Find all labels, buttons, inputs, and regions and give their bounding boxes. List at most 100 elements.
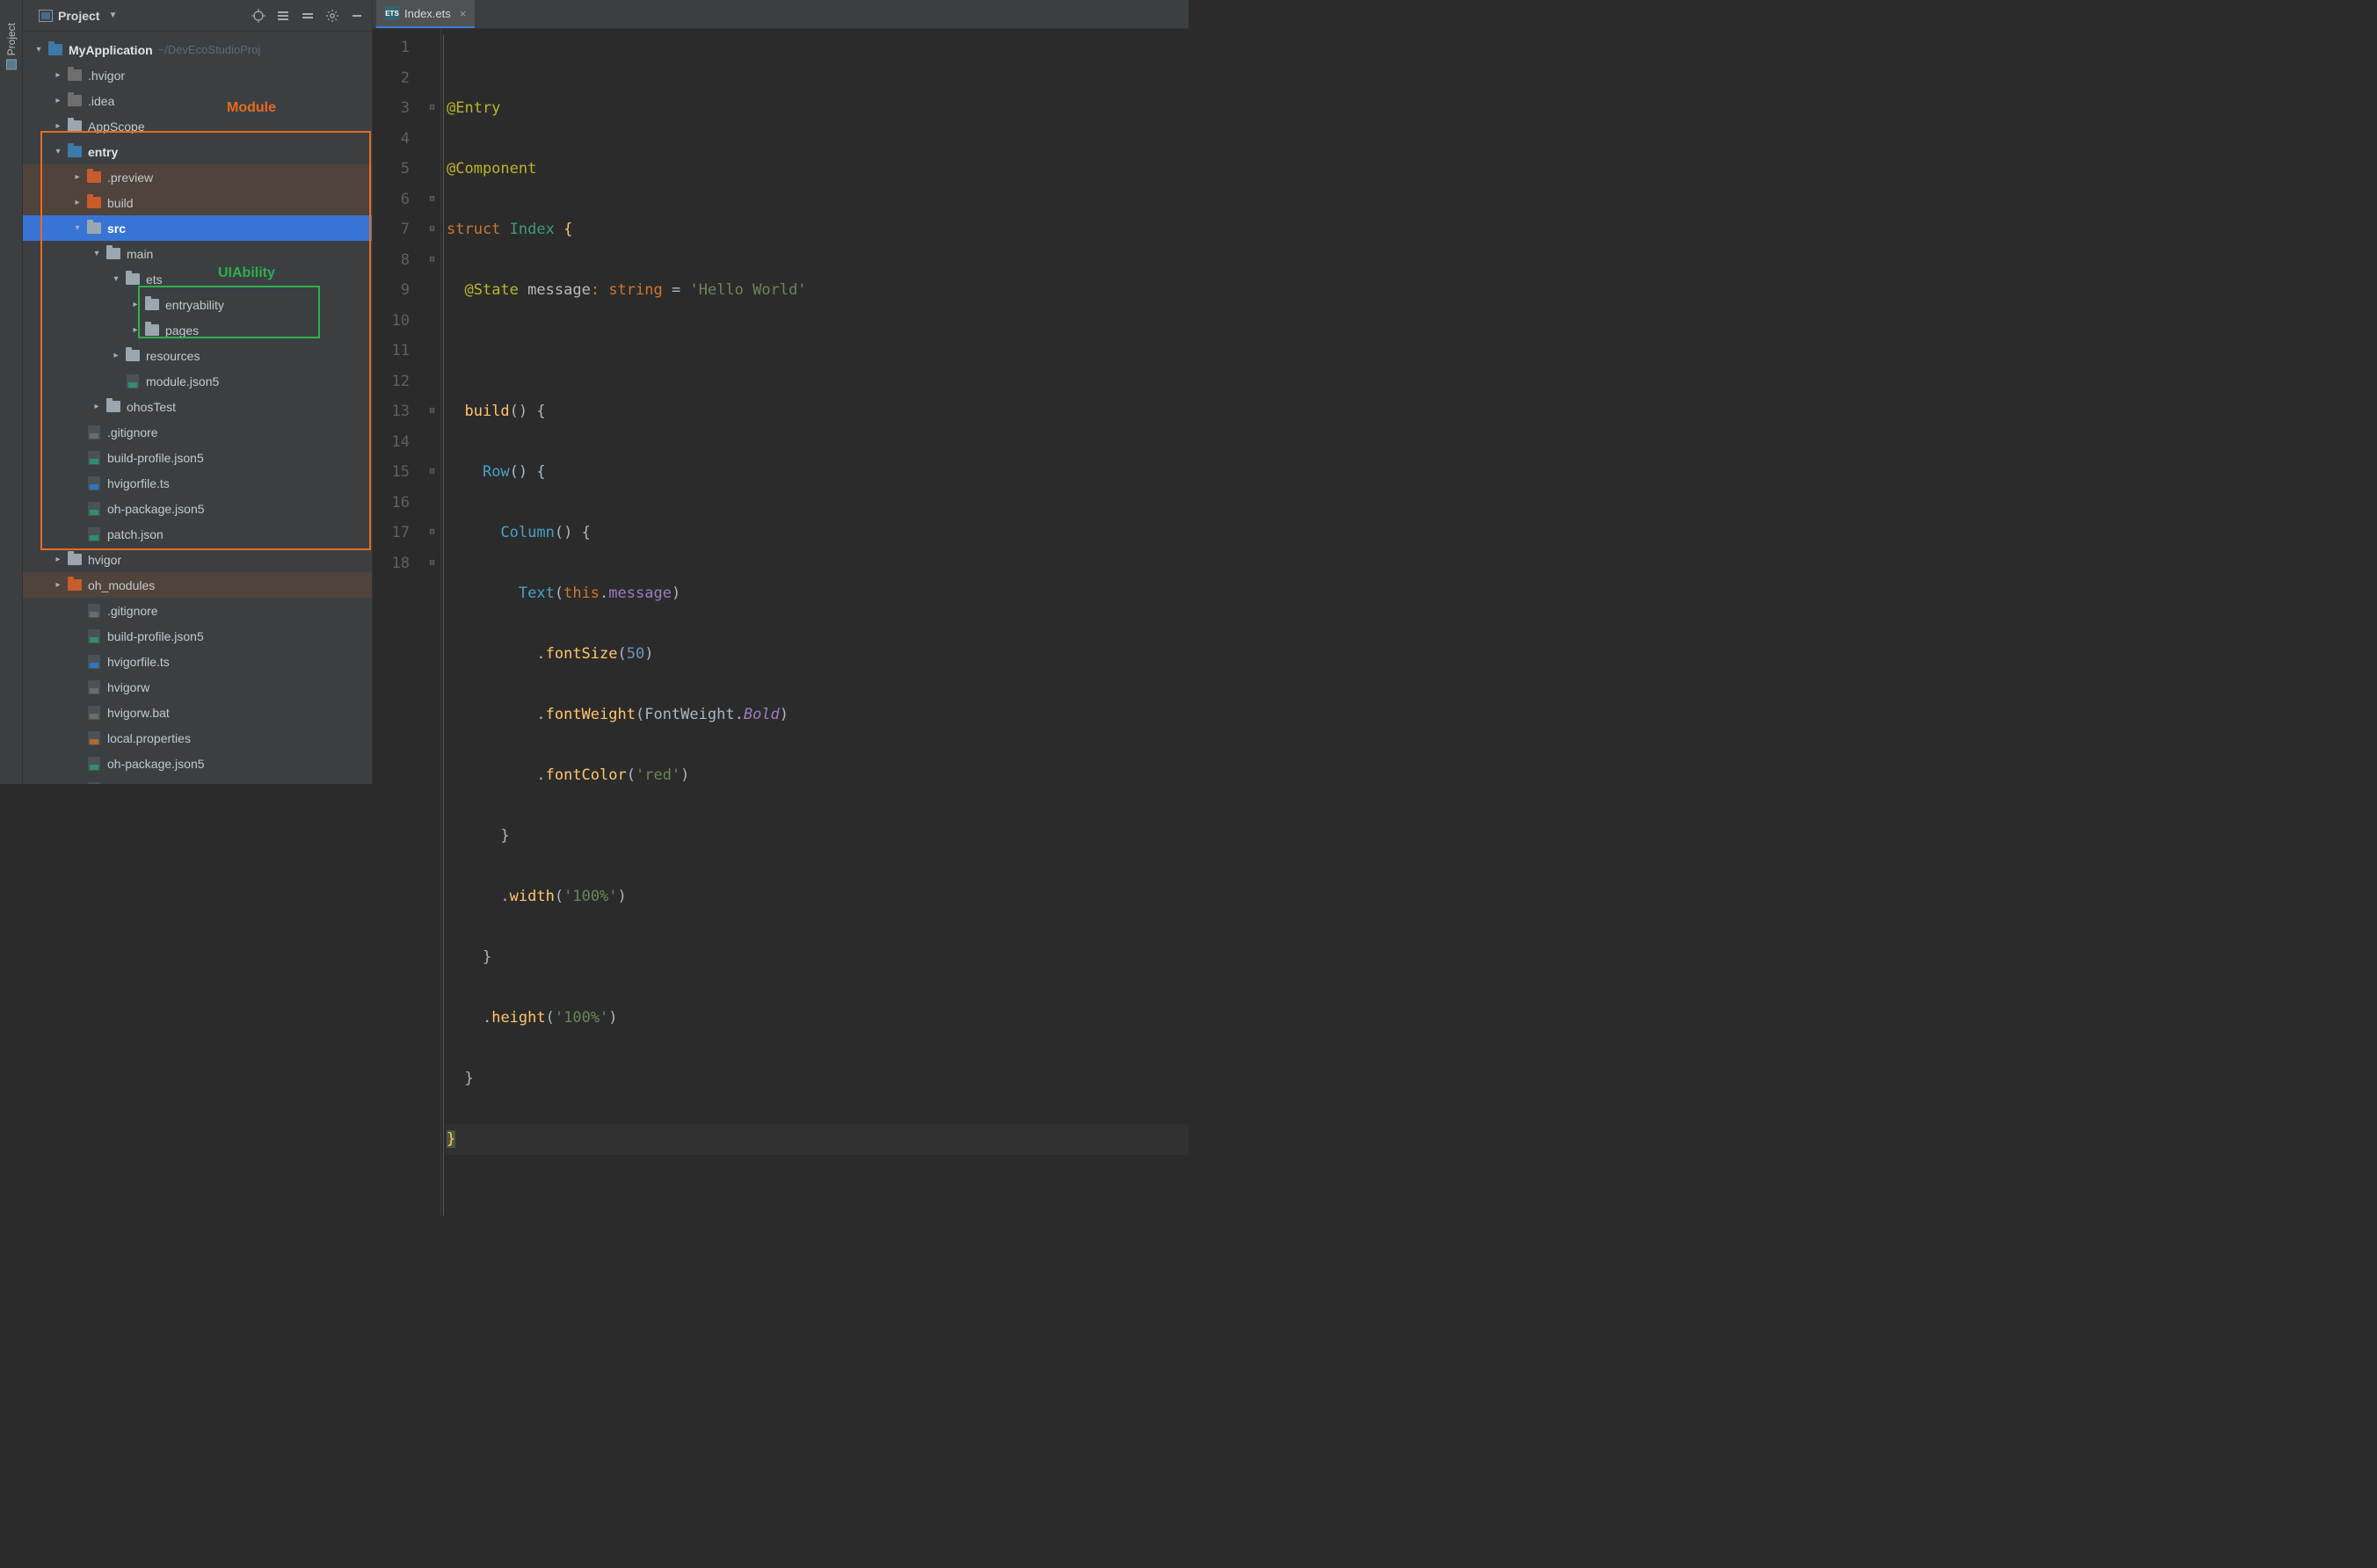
tree-node[interactable]: build-profile.json5: [23, 623, 372, 649]
folder-icon: [126, 350, 140, 361]
fold-end-icon[interactable]: ⊟: [424, 457, 440, 488]
tree-node[interactable]: local.properties: [23, 725, 372, 751]
chevron-right-icon[interactable]: [72, 172, 83, 182]
tree-node[interactable]: build-profile.json5: [23, 445, 372, 470]
tree-node[interactable]: hvigorw: [23, 674, 372, 700]
chevron-right-icon[interactable]: [130, 300, 141, 309]
tree-node[interactable]: oh-package-lock.json5: [23, 776, 372, 784]
tree-node[interactable]: hvigorfile.ts: [23, 649, 372, 674]
tree-node[interactable]: hvigorw.bat: [23, 700, 372, 725]
expand-all-button[interactable]: [273, 6, 293, 25]
fold-end-icon[interactable]: ⊟: [424, 396, 440, 427]
tree-node[interactable]: .hvigor: [23, 62, 372, 88]
fold-icon[interactable]: ⊟: [424, 245, 440, 276]
editor-pane: ETS Index.ets × 1 2 3 4 5 6 7 8 9 10 11 …: [373, 0, 1188, 784]
project-tool-tab-label: Project: [5, 23, 18, 55]
project-view-title[interactable]: Project: [58, 9, 99, 23]
json-file-icon: [127, 374, 139, 388]
module-folder-icon: [68, 146, 82, 157]
close-icon[interactable]: ×: [460, 7, 467, 20]
project-tree[interactable]: MyApplication ~/DevEcoStudioProj .hvigor…: [23, 32, 372, 784]
chevron-right-icon[interactable]: [91, 402, 102, 411]
fold-end-icon[interactable]: ⊟: [424, 548, 440, 579]
chevron-right-icon[interactable]: [53, 96, 63, 105]
fold-icon[interactable]: ⊟: [424, 185, 440, 215]
folder-icon: [68, 69, 82, 81]
project-icon: [6, 59, 17, 69]
tree-node[interactable]: .gitignore: [23, 598, 372, 623]
fold-icon[interactable]: ⊟: [424, 93, 440, 124]
fold-icon[interactable]: ⊟: [424, 214, 440, 245]
project-panel: Project ▼ MyApplication: [23, 0, 373, 784]
chevron-right-icon[interactable]: [130, 325, 141, 335]
app-root: Project Project ▼: [0, 0, 1188, 784]
hide-button[interactable]: [347, 6, 367, 25]
code-content[interactable]: @Entry @Component struct Index { @State …: [441, 29, 1188, 1216]
chevron-right-icon[interactable]: [53, 70, 63, 80]
tree-node[interactable]: oh-package.json5: [23, 751, 372, 776]
folder-icon: [87, 222, 101, 234]
tree-node[interactable]: oh_modules: [23, 572, 372, 598]
project-tool-tab[interactable]: Project: [4, 18, 19, 75]
chevron-down-icon[interactable]: [91, 249, 102, 258]
tree-node[interactable]: ohosTest: [23, 394, 372, 419]
settings-button[interactable]: [323, 6, 342, 25]
folder-icon: [68, 554, 82, 565]
tab-index-ets[interactable]: ETS Index.ets ×: [376, 0, 475, 28]
chevron-down-icon[interactable]: [33, 45, 44, 54]
tree-node[interactable]: oh-package.json5: [23, 496, 372, 521]
editor-tabs: ETS Index.ets ×: [373, 0, 1188, 29]
chevron-right-icon[interactable]: [72, 198, 83, 207]
root-name: MyApplication: [69, 43, 153, 57]
tree-node[interactable]: module.json5: [23, 368, 372, 394]
tree-node[interactable]: hvigorfile.ts: [23, 470, 372, 496]
json-file-icon: [88, 629, 100, 643]
folder-icon: [68, 95, 82, 106]
chevron-right-icon[interactable]: [53, 580, 63, 590]
json-file-icon: [88, 782, 100, 785]
chevron-right-icon[interactable]: [53, 121, 63, 131]
minimize-icon: [352, 11, 362, 21]
code-editor[interactable]: 1 2 3 4 5 6 7 8 9 10 11 12 13 14 15 16 1…: [373, 29, 1188, 1216]
tree-node-entry[interactable]: entry: [23, 139, 372, 164]
json-file-icon: [88, 527, 100, 541]
tab-label: Index.ets: [404, 7, 451, 20]
collapse-all-button[interactable]: [298, 6, 317, 25]
file-icon: [88, 706, 100, 720]
tree-node[interactable]: AppScope: [23, 113, 372, 139]
folder-icon: [68, 579, 82, 591]
chevron-down-icon[interactable]: [111, 274, 121, 284]
chevron-right-icon[interactable]: [111, 351, 121, 360]
gear-icon: [325, 9, 339, 23]
folder-icon: [87, 171, 101, 183]
tree-node[interactable]: .preview: [23, 164, 372, 190]
folder-icon: [145, 299, 159, 310]
tree-node-src[interactable]: src: [23, 215, 372, 241]
chevron-down-icon[interactable]: [72, 223, 83, 233]
tree-node-entryability[interactable]: entryability: [23, 292, 372, 317]
tree-node[interactable]: build: [23, 190, 372, 215]
tree-node[interactable]: hvigor: [23, 547, 372, 572]
tree-node[interactable]: main: [23, 241, 372, 266]
tree-node[interactable]: .idea: [23, 88, 372, 113]
folder-icon: [106, 248, 120, 259]
expand-icon: [277, 10, 289, 22]
tree-node[interactable]: ets: [23, 266, 372, 292]
chevron-down-icon[interactable]: ▼: [108, 11, 117, 20]
fold-end-icon[interactable]: ⊟: [424, 518, 440, 548]
project-folder-icon: [48, 44, 62, 55]
chevron-down-icon[interactable]: [53, 147, 63, 156]
tree-node-pages[interactable]: pages: [23, 317, 372, 343]
locate-button[interactable]: [249, 6, 268, 25]
tree-node-root[interactable]: MyApplication ~/DevEcoStudioProj: [23, 37, 372, 62]
ts-file-icon: [88, 655, 100, 669]
chevron-right-icon[interactable]: [53, 555, 63, 564]
json-file-icon: [88, 451, 100, 465]
file-icon: [88, 425, 100, 439]
folder-icon: [87, 197, 101, 208]
tree-node[interactable]: patch.json: [23, 521, 372, 547]
tree-node[interactable]: resources: [23, 343, 372, 368]
tree-node[interactable]: .gitignore: [23, 419, 372, 445]
json-file-icon: [88, 757, 100, 771]
tool-window-bar: Project: [0, 0, 23, 784]
